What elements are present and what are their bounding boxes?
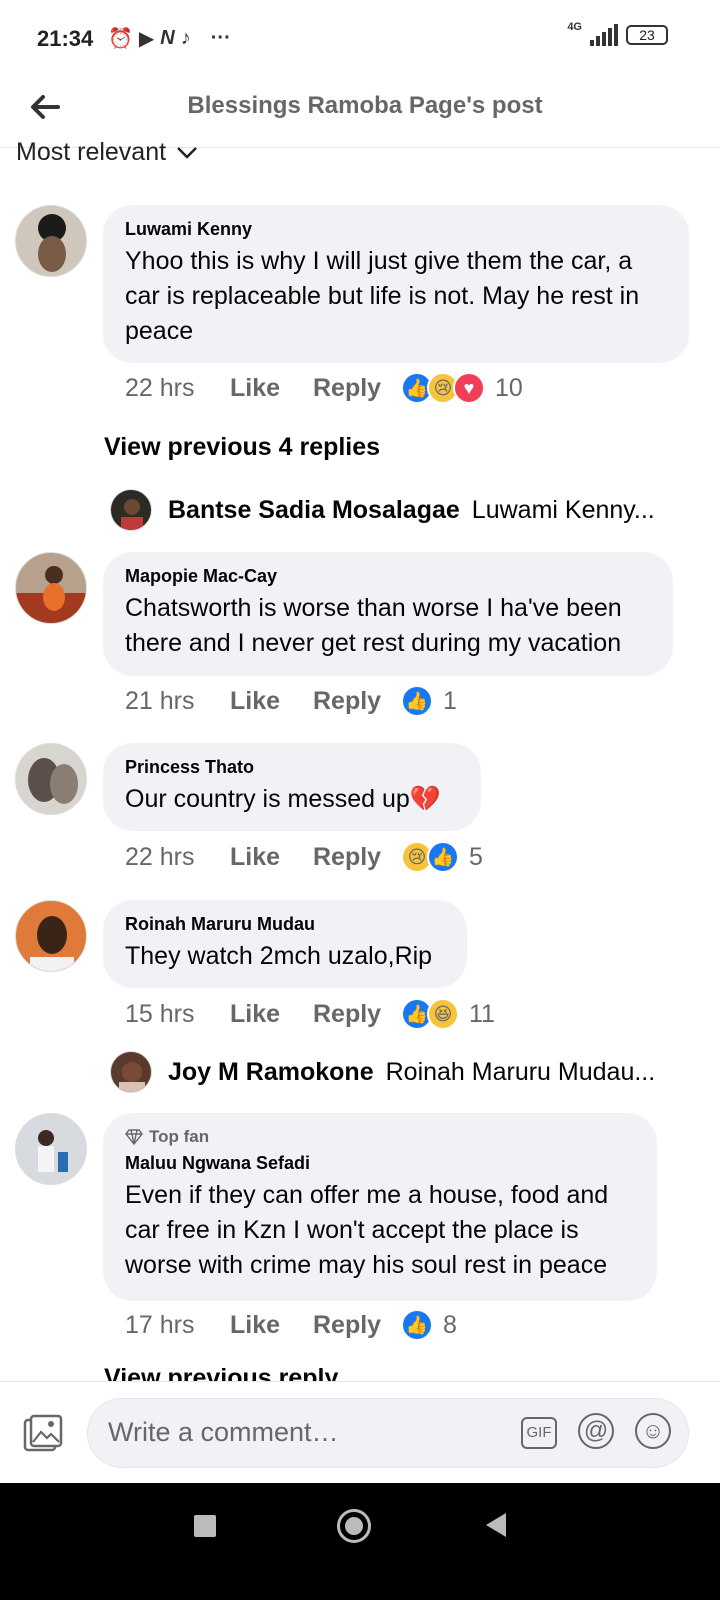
comment-bubble[interactable]: Luwami Kenny Yhoo this is why I will jus…: [103, 205, 689, 363]
reaction-count: 10: [495, 373, 523, 402]
comment-composer: Write a comment… GIF @ ☺: [0, 1381, 720, 1483]
comment-text: Even if they can offer me a house, food …: [125, 1181, 609, 1279]
comment-text: Our country is messed up💔: [125, 785, 441, 813]
like-button[interactable]: Like: [230, 843, 313, 872]
reaction-summary[interactable]: 👍 😢 ♥ 10: [401, 372, 523, 404]
reaction-summary[interactable]: 👍 😆 11: [401, 998, 495, 1030]
back-icon[interactable]: [486, 1513, 506, 1537]
reply-button[interactable]: Reply: [313, 687, 401, 716]
reply-author: Joy M Ramokone: [168, 1057, 374, 1086]
status-notification-icons: ⏰ ▶ N ♪ ···: [108, 26, 231, 51]
sort-dropdown[interactable]: Most relevant: [16, 138, 198, 167]
reply-preview[interactable]: Bantse Sadia Mosalagae Luwami Kenny...: [110, 489, 655, 531]
comment-author[interactable]: Princess Thato: [125, 757, 459, 778]
comment-placeholder: Write a comment…: [108, 1417, 339, 1447]
comment-actions: 22 hrs Like Reply 👍 😢 ♥ 10: [125, 372, 523, 404]
reaction-summary[interactable]: 👍 8: [401, 1309, 457, 1341]
comment-time[interactable]: 22 hrs: [125, 843, 230, 872]
comment-bubble[interactable]: Princess Thato Our country is messed up💔: [103, 743, 481, 831]
comment-bubble[interactable]: Mapopie Mac-Cay Chatsworth is worse than…: [103, 552, 673, 676]
reply-button[interactable]: Reply: [313, 843, 401, 872]
diamond-icon: [125, 1129, 143, 1145]
like-icon: 👍: [401, 1309, 433, 1341]
reaction-count: 1: [443, 686, 457, 715]
sort-label: Most relevant: [16, 138, 167, 166]
comment-time[interactable]: 17 hrs: [125, 1311, 230, 1340]
comment-author[interactable]: Luwami Kenny: [125, 219, 667, 240]
comment-actions: 22 hrs Like Reply 😢 👍 5: [125, 841, 483, 873]
network-label: 4G: [567, 21, 582, 33]
top-fan-badge: Top fan: [125, 1127, 635, 1147]
reaction-summary[interactable]: 😢 👍 5: [401, 841, 483, 873]
reply-author: Bantse Sadia Mosalagae: [168, 495, 460, 524]
avatar[interactable]: [15, 900, 87, 972]
recents-icon[interactable]: [194, 1515, 216, 1537]
avatar[interactable]: [15, 205, 87, 277]
status-bar: 21:34 ⏰ ▶ N ♪ ··· 4G 23: [0, 0, 720, 76]
avatar: [110, 1051, 152, 1093]
avatar[interactable]: [15, 1113, 87, 1185]
reply-preview[interactable]: Joy M Ramokone Roinah Maruru Mudau...: [110, 1051, 655, 1093]
reaction-summary[interactable]: 👍 1: [401, 685, 457, 717]
comment-text: They watch 2mch uzalo,Rip: [125, 942, 433, 970]
system-nav-bar: [0, 1483, 720, 1600]
comment-actions: 15 hrs Like Reply 👍 😆 11: [125, 998, 495, 1030]
comment-time[interactable]: 15 hrs: [125, 1000, 230, 1029]
comment-actions: 17 hrs Like Reply 👍 8: [125, 1309, 457, 1341]
comment-time[interactable]: 22 hrs: [125, 374, 230, 403]
home-icon[interactable]: [337, 1509, 371, 1543]
reaction-count: 5: [469, 842, 483, 871]
comment-input[interactable]: Write a comment… GIF @ ☺: [87, 1398, 689, 1468]
view-previous-replies[interactable]: View previous 4 replies: [104, 433, 380, 462]
emoji-icon[interactable]: ☺: [635, 1413, 671, 1449]
status-right: 4G 23: [567, 21, 668, 46]
like-icon: 👍: [401, 685, 433, 717]
comment-bubble[interactable]: Roinah Maruru Mudau They watch 2mch uzal…: [103, 900, 467, 988]
comment-text: Chatsworth is worse than worse I ha've b…: [125, 594, 622, 657]
avatar[interactable]: [15, 743, 87, 815]
comment-author[interactable]: Roinah Maruru Mudau: [125, 914, 445, 935]
app-n-icon: N: [160, 27, 175, 49]
comment-actions: 21 hrs Like Reply 👍 1: [125, 685, 457, 717]
reaction-count: 11: [469, 999, 495, 1028]
like-button[interactable]: Like: [230, 1000, 313, 1029]
like-button[interactable]: Like: [230, 687, 313, 716]
video-icon: ▶: [138, 28, 155, 50]
comment-author[interactable]: Maluu Ngwana Sefadi: [125, 1153, 635, 1174]
reply-button[interactable]: Reply: [313, 374, 401, 403]
comment-author[interactable]: Mapopie Mac-Cay: [125, 566, 651, 587]
avatar: [110, 489, 152, 531]
signal-icon: [590, 24, 618, 46]
love-icon: ♥: [453, 372, 485, 404]
comment-text: Yhoo this is why I will just give them t…: [125, 247, 640, 345]
top-fan-label: Top fan: [149, 1127, 210, 1146]
reaction-count: 8: [443, 1310, 457, 1339]
reply-text: Roinah Maruru Mudau...: [385, 1057, 656, 1086]
chevron-down-icon: [177, 146, 197, 159]
comment-time[interactable]: 21 hrs: [125, 687, 230, 716]
page-title: Blessings Ramoba Page's post: [187, 92, 543, 119]
battery-icon: 23: [626, 25, 668, 45]
like-button[interactable]: Like: [230, 374, 313, 403]
status-time: 21:34: [37, 26, 94, 51]
photo-icon[interactable]: [23, 1414, 63, 1454]
tiktok-icon: ♪: [180, 27, 191, 49]
like-button[interactable]: Like: [230, 1311, 313, 1340]
reply-button[interactable]: Reply: [313, 1000, 401, 1029]
gif-icon[interactable]: GIF: [521, 1417, 557, 1449]
like-icon: 👍: [427, 841, 459, 873]
haha-icon: 😆: [427, 998, 459, 1030]
reply-button[interactable]: Reply: [313, 1311, 401, 1340]
alarm-icon: ⏰: [108, 28, 133, 50]
avatar[interactable]: [15, 552, 87, 624]
mention-icon[interactable]: @: [578, 1413, 614, 1449]
comment-bubble[interactable]: Top fan Maluu Ngwana Sefadi Even if they…: [103, 1113, 657, 1301]
more-icon: ···: [210, 27, 231, 49]
reply-text: Luwami Kenny...: [471, 495, 655, 524]
view-previous-reply-link[interactable]: View previous reply: [104, 1364, 338, 1381]
